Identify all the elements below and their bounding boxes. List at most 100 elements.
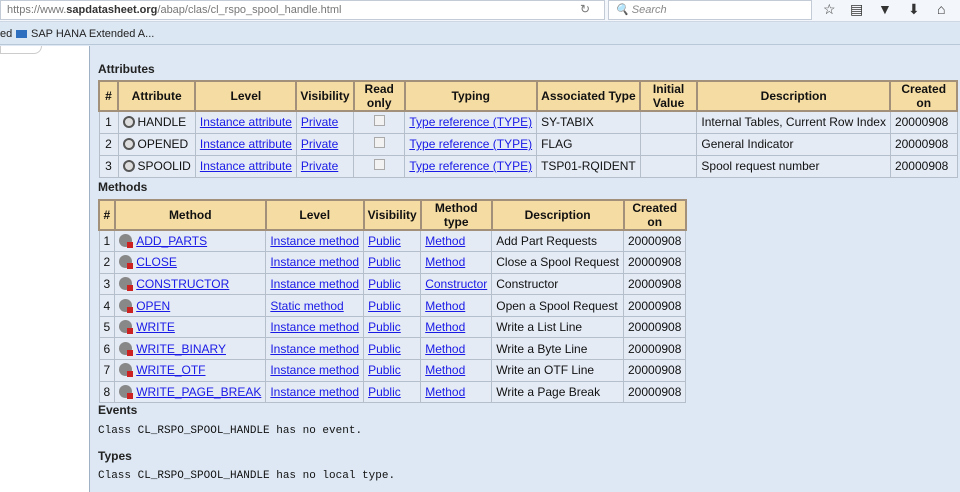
method-name-cell: WRITE bbox=[114, 315, 267, 339]
column-header: Attribute bbox=[116, 80, 197, 112]
level-link[interactable]: Instance method bbox=[270, 234, 359, 248]
method-type-link[interactable]: Method bbox=[425, 385, 465, 399]
typing-link[interactable]: Type reference (TYPE) bbox=[409, 115, 532, 129]
level-link[interactable]: Instance method bbox=[270, 363, 359, 377]
visibility-link[interactable]: Public bbox=[368, 255, 401, 269]
typing-link[interactable]: Type reference (TYPE) bbox=[409, 159, 532, 173]
column-header: Read only bbox=[352, 80, 406, 112]
method-link[interactable]: WRITE bbox=[136, 320, 175, 334]
visibility-link-cell: Public bbox=[363, 251, 422, 274]
bookmark-sap-hana[interactable]: SAP HANA Extended A... bbox=[16, 23, 154, 45]
method-type-link[interactable]: Method bbox=[425, 234, 465, 248]
attribute-name: HANDLE bbox=[137, 115, 187, 130]
table-row: 8 WRITE_PAGE_BREAK Instance method Public Me… bbox=[98, 380, 687, 404]
level-link[interactable]: Instance attribute bbox=[200, 115, 292, 129]
visibility-link[interactable]: Public bbox=[368, 299, 401, 313]
method-link[interactable]: WRITE_PAGE_BREAK bbox=[136, 385, 261, 399]
row-number: 6 bbox=[98, 337, 116, 361]
method-type-link[interactable]: Method bbox=[425, 255, 465, 269]
initial-value bbox=[639, 110, 698, 134]
column-header: Typing bbox=[403, 80, 538, 112]
read-only-checkbox[interactable] bbox=[373, 159, 385, 170]
description: Write a Byte Line bbox=[491, 337, 624, 361]
bookmark-partial[interactable]: ed bbox=[0, 23, 12, 45]
visibility-link[interactable]: Private bbox=[301, 115, 338, 129]
method-link[interactable]: ADD_PARTS bbox=[136, 234, 207, 248]
method-type-link[interactable]: Constructor bbox=[425, 277, 487, 291]
reload-icon[interactable]: ↻ bbox=[580, 2, 590, 16]
method-type-link-cell: Method bbox=[420, 251, 493, 274]
level-link[interactable]: Instance attribute bbox=[200, 159, 292, 173]
table-row: 1 ADD_PARTS Instance method Public Method Add… bbox=[98, 229, 687, 253]
method-icon bbox=[119, 341, 134, 356]
visibility-link[interactable]: Public bbox=[368, 385, 401, 399]
events-text: Class CL_RSPO_SPOOL_HANDLE has no event. bbox=[98, 425, 363, 437]
visibility-link[interactable]: Private bbox=[301, 137, 338, 151]
types-heading: Types bbox=[98, 449, 132, 463]
method-type-link[interactable]: Method bbox=[425, 363, 465, 377]
level-link[interactable]: Instance method bbox=[270, 342, 359, 356]
attribute-name: SPOOLID bbox=[137, 159, 191, 173]
method-icon bbox=[119, 363, 134, 378]
search-input[interactable]: 🔍 Search bbox=[608, 0, 812, 20]
method-link[interactable]: OPEN bbox=[136, 299, 170, 313]
level-link[interactable]: Instance attribute bbox=[200, 137, 292, 151]
table-row: 4 OPEN Static method Public Method Open a Spo… bbox=[98, 294, 687, 317]
pocket-icon[interactable]: ▼ bbox=[878, 1, 892, 17]
row-number: 5 bbox=[98, 315, 116, 339]
visibility-link[interactable]: Public bbox=[368, 320, 401, 334]
attributes-table: # Attribute Level Visibility Read only Typing… bbox=[98, 80, 958, 178]
method-link[interactable]: WRITE_BINARY bbox=[136, 342, 226, 356]
created-on: 20000908 bbox=[622, 315, 687, 339]
method-type-link[interactable]: Method bbox=[425, 299, 465, 313]
description: Add Part Requests bbox=[491, 229, 624, 253]
level-link-cell: Instance method bbox=[265, 380, 365, 404]
bookmark-star-icon[interactable]: ☆ bbox=[823, 1, 836, 18]
events-heading: Events bbox=[98, 403, 138, 417]
method-type-link[interactable]: Method bbox=[425, 320, 465, 334]
column-header: Level bbox=[194, 80, 298, 112]
level-link[interactable]: Instance method bbox=[270, 385, 359, 399]
method-type-link-cell: Method bbox=[420, 294, 493, 317]
column-header: Method type bbox=[419, 199, 493, 231]
visibility-link[interactable]: Public bbox=[368, 277, 401, 291]
typing-link[interactable]: Type reference (TYPE) bbox=[409, 137, 532, 151]
method-link[interactable]: WRITE_OTF bbox=[136, 363, 205, 377]
method-icon bbox=[119, 320, 134, 335]
created-on: 20000908 bbox=[889, 132, 958, 156]
method-link[interactable]: CLOSE bbox=[136, 255, 177, 269]
visibility-link-cell: Public bbox=[363, 380, 422, 404]
url-bar[interactable]: https://www.sapdatasheet.org/abap/clas/c… bbox=[0, 0, 605, 20]
description: Write a List Line bbox=[491, 315, 624, 339]
level-link[interactable]: Instance method bbox=[270, 277, 359, 291]
visibility-link[interactable]: Public bbox=[368, 363, 401, 377]
level-link[interactable]: Instance method bbox=[270, 255, 359, 269]
row-number: 8 bbox=[98, 380, 116, 404]
level-link-cell: Static method bbox=[265, 294, 365, 317]
visibility-link[interactable]: Public bbox=[368, 234, 401, 248]
level-link-cell: Instance method bbox=[265, 251, 365, 274]
reading-list-icon[interactable]: ▤ bbox=[850, 1, 863, 18]
initial-value bbox=[639, 132, 698, 156]
download-icon[interactable]: ⬇ bbox=[908, 1, 920, 18]
level-link[interactable]: Instance method bbox=[270, 320, 359, 334]
visibility-link-cell: Public bbox=[363, 229, 422, 253]
main-content: Attributes # Attribute Level Visibility Read… bbox=[91, 46, 960, 492]
table-row: 2 CLOSE Instance method Public Method Close a… bbox=[98, 251, 687, 274]
row-number: 2 bbox=[98, 132, 119, 156]
home-icon[interactable]: ⌂ bbox=[937, 1, 945, 17]
method-icon bbox=[119, 255, 134, 270]
level-link[interactable]: Static method bbox=[270, 299, 343, 313]
table-row: 2 OPENED Instance attribute Private Type ref… bbox=[98, 132, 958, 156]
visibility-link[interactable]: Private bbox=[301, 159, 338, 173]
attribute-icon bbox=[122, 116, 135, 129]
method-icon bbox=[119, 384, 134, 399]
method-link[interactable]: CONSTRUCTOR bbox=[136, 277, 229, 291]
method-icon bbox=[119, 276, 134, 291]
url-prefix: https://www. bbox=[7, 4, 67, 16]
method-type-link[interactable]: Method bbox=[425, 342, 465, 356]
table-row: 6 WRITE_BINARY Instance method Public Method… bbox=[98, 337, 687, 361]
read-only-checkbox[interactable] bbox=[373, 115, 385, 127]
read-only-checkbox[interactable] bbox=[373, 137, 385, 148]
visibility-link[interactable]: Public bbox=[368, 342, 401, 356]
